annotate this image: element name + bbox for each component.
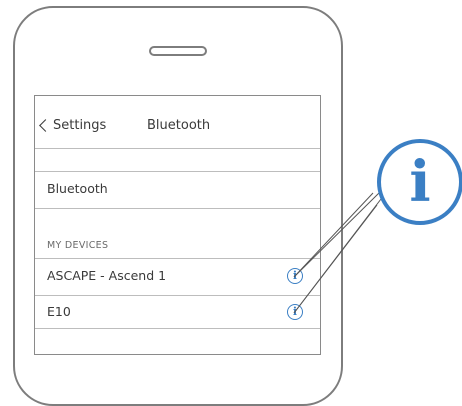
info-icon-callout: i [377,139,462,225]
info-icon: i [409,149,431,215]
